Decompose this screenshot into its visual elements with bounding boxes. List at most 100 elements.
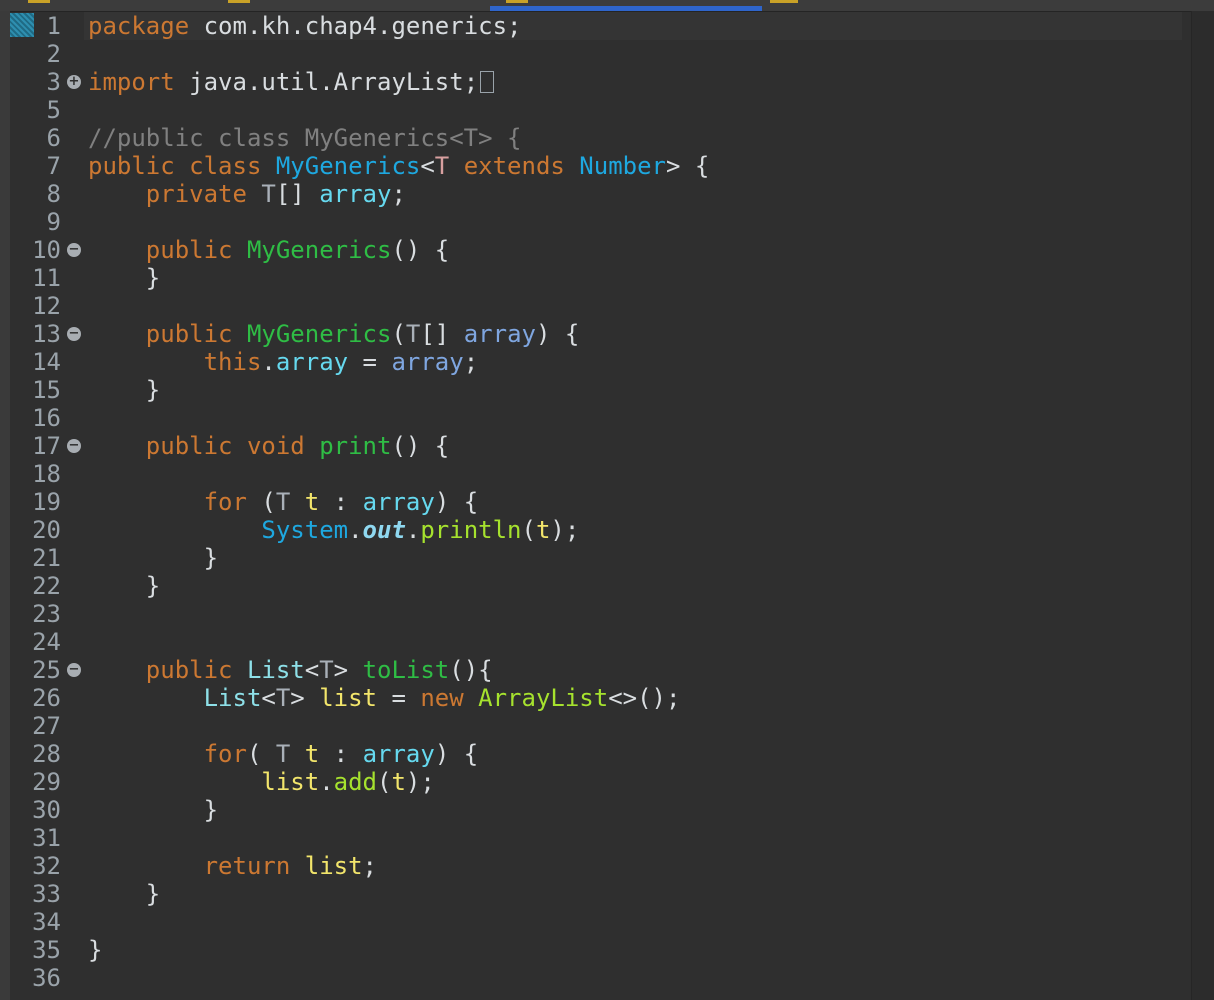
code-token: list <box>319 684 377 712</box>
line-number: 10− <box>10 236 88 264</box>
code-line[interactable] <box>88 824 1188 852</box>
code-line[interactable]: package com.kh.chap4.generics; <box>88 12 1188 40</box>
code-line[interactable] <box>88 40 1188 68</box>
code-editor[interactable]: 1 2 3 +5 6 7 8 9 10−11 12 13−14 15 16 17−18 19 20 21 22 23… <box>0 0 1214 1000</box>
code-token: < <box>304 656 320 684</box>
file-tab-icon[interactable] <box>770 0 798 3</box>
line-number: 26 <box>10 684 88 712</box>
code-token: ; <box>463 348 479 376</box>
code-token: = <box>348 348 392 376</box>
line-number-text: 31 <box>32 824 61 852</box>
code-line[interactable]: for (T t : array) { <box>88 488 1188 516</box>
code-token: MyGenerics <box>275 152 421 180</box>
code-token: list <box>304 852 363 880</box>
code-token: > <box>290 684 320 712</box>
collapse-fold-icon[interactable]: − <box>67 439 81 453</box>
code-token: public <box>88 320 247 348</box>
code-line[interactable] <box>88 292 1188 320</box>
line-number-text: 20 <box>32 516 61 544</box>
code-line[interactable]: public MyGenerics(T[] array) { <box>88 320 1188 348</box>
line-number-text: 9 <box>46 208 61 236</box>
collapsed-imports-marker[interactable] <box>480 71 495 93</box>
line-number: 23 <box>10 600 88 628</box>
code-token: ( <box>521 516 536 544</box>
line-number-text: 7 <box>46 152 61 180</box>
line-number-text: 36 <box>32 964 61 992</box>
file-tab-icon[interactable] <box>506 0 528 3</box>
line-number-text: 17 <box>32 432 61 460</box>
collapse-fold-icon[interactable]: − <box>67 327 81 341</box>
line-number: 31 <box>10 824 88 852</box>
editor-tab-strip[interactable] <box>0 0 1214 12</box>
code-token: } <box>88 376 161 404</box>
line-number-text: 29 <box>32 768 61 796</box>
code-line[interactable] <box>88 712 1188 740</box>
line-number-text: 13 <box>32 320 61 348</box>
code-token: array <box>362 488 435 516</box>
code-line[interactable]: } <box>88 264 1188 292</box>
code-line[interactable] <box>88 628 1188 656</box>
code-line[interactable]: List<T> list = new ArrayList<>(); <box>88 684 1188 712</box>
file-tab-icon[interactable] <box>28 0 50 3</box>
code-line[interactable] <box>88 208 1188 236</box>
code-line[interactable]: private T[] array; <box>88 180 1188 208</box>
code-line[interactable]: } <box>88 572 1188 600</box>
line-number: 5 <box>10 96 88 124</box>
code-token: for <box>88 740 247 768</box>
line-number-text: 6 <box>46 124 61 152</box>
line-number: 30 <box>10 796 88 824</box>
code-line[interactable]: public List<T> toList(){ <box>88 656 1188 684</box>
code-line[interactable] <box>88 964 1188 992</box>
code-line[interactable]: System.out.println(t); <box>88 516 1188 544</box>
code-token: array <box>391 348 464 376</box>
line-number: 21 <box>10 544 88 572</box>
overview-ruler-left <box>0 11 10 1000</box>
line-number-text: 27 <box>32 712 61 740</box>
code-token: <>(); <box>608 684 681 712</box>
line-number-text: 30 <box>32 796 61 824</box>
line-number: 8 <box>10 180 88 208</box>
code-line[interactable]: public class MyGenerics<T extends Number… <box>88 152 1188 180</box>
code-line[interactable]: this.array = array; <box>88 348 1188 376</box>
code-token: T <box>405 320 421 348</box>
code-line[interactable] <box>88 404 1188 432</box>
line-number: 35 <box>10 936 88 964</box>
code-token: ); <box>550 516 580 544</box>
line-number: 29 <box>10 768 88 796</box>
code-line[interactable]: return list; <box>88 852 1188 880</box>
collapse-fold-icon[interactable]: − <box>67 243 81 257</box>
code-line[interactable]: list.add(t); <box>88 768 1188 796</box>
code-line[interactable]: } <box>88 796 1188 824</box>
file-tab-icon[interactable] <box>228 0 250 3</box>
line-number-text: 33 <box>32 880 61 908</box>
collapse-fold-icon[interactable]: − <box>67 663 81 677</box>
code-line[interactable]: } <box>88 544 1188 572</box>
code-line[interactable]: } <box>88 936 1188 964</box>
code-text-area[interactable]: package com.kh.chap4.generics; import ja… <box>88 12 1188 992</box>
code-line[interactable] <box>88 908 1188 936</box>
vertical-scrollbar[interactable] <box>1191 11 1214 1000</box>
code-line[interactable]: for( T t : array) { <box>88 740 1188 768</box>
code-token: ArrayList <box>478 684 609 712</box>
code-line[interactable] <box>88 600 1188 628</box>
code-line[interactable]: } <box>88 880 1188 908</box>
line-number-text: 11 <box>32 264 61 292</box>
code-token: } <box>88 572 161 600</box>
code-token: t <box>391 768 406 796</box>
code-line[interactable]: public MyGenerics() { <box>88 236 1188 264</box>
code-token: T <box>275 488 291 516</box>
code-token: System <box>261 516 349 544</box>
code-line[interactable] <box>88 96 1188 124</box>
code-token: ( <box>391 320 406 348</box>
line-number: 24 <box>10 628 88 656</box>
code-line[interactable]: import java.util.ArrayList; <box>88 68 1188 96</box>
line-number-text: 21 <box>32 544 61 572</box>
code-line[interactable]: public void print() { <box>88 432 1188 460</box>
code-line[interactable]: //public class MyGenerics<T> { <box>88 124 1188 152</box>
code-line[interactable]: } <box>88 376 1188 404</box>
expand-fold-icon[interactable]: + <box>67 75 81 89</box>
line-number-text: 34 <box>32 908 61 936</box>
code-line[interactable] <box>88 460 1188 488</box>
code-token: println <box>420 516 522 544</box>
